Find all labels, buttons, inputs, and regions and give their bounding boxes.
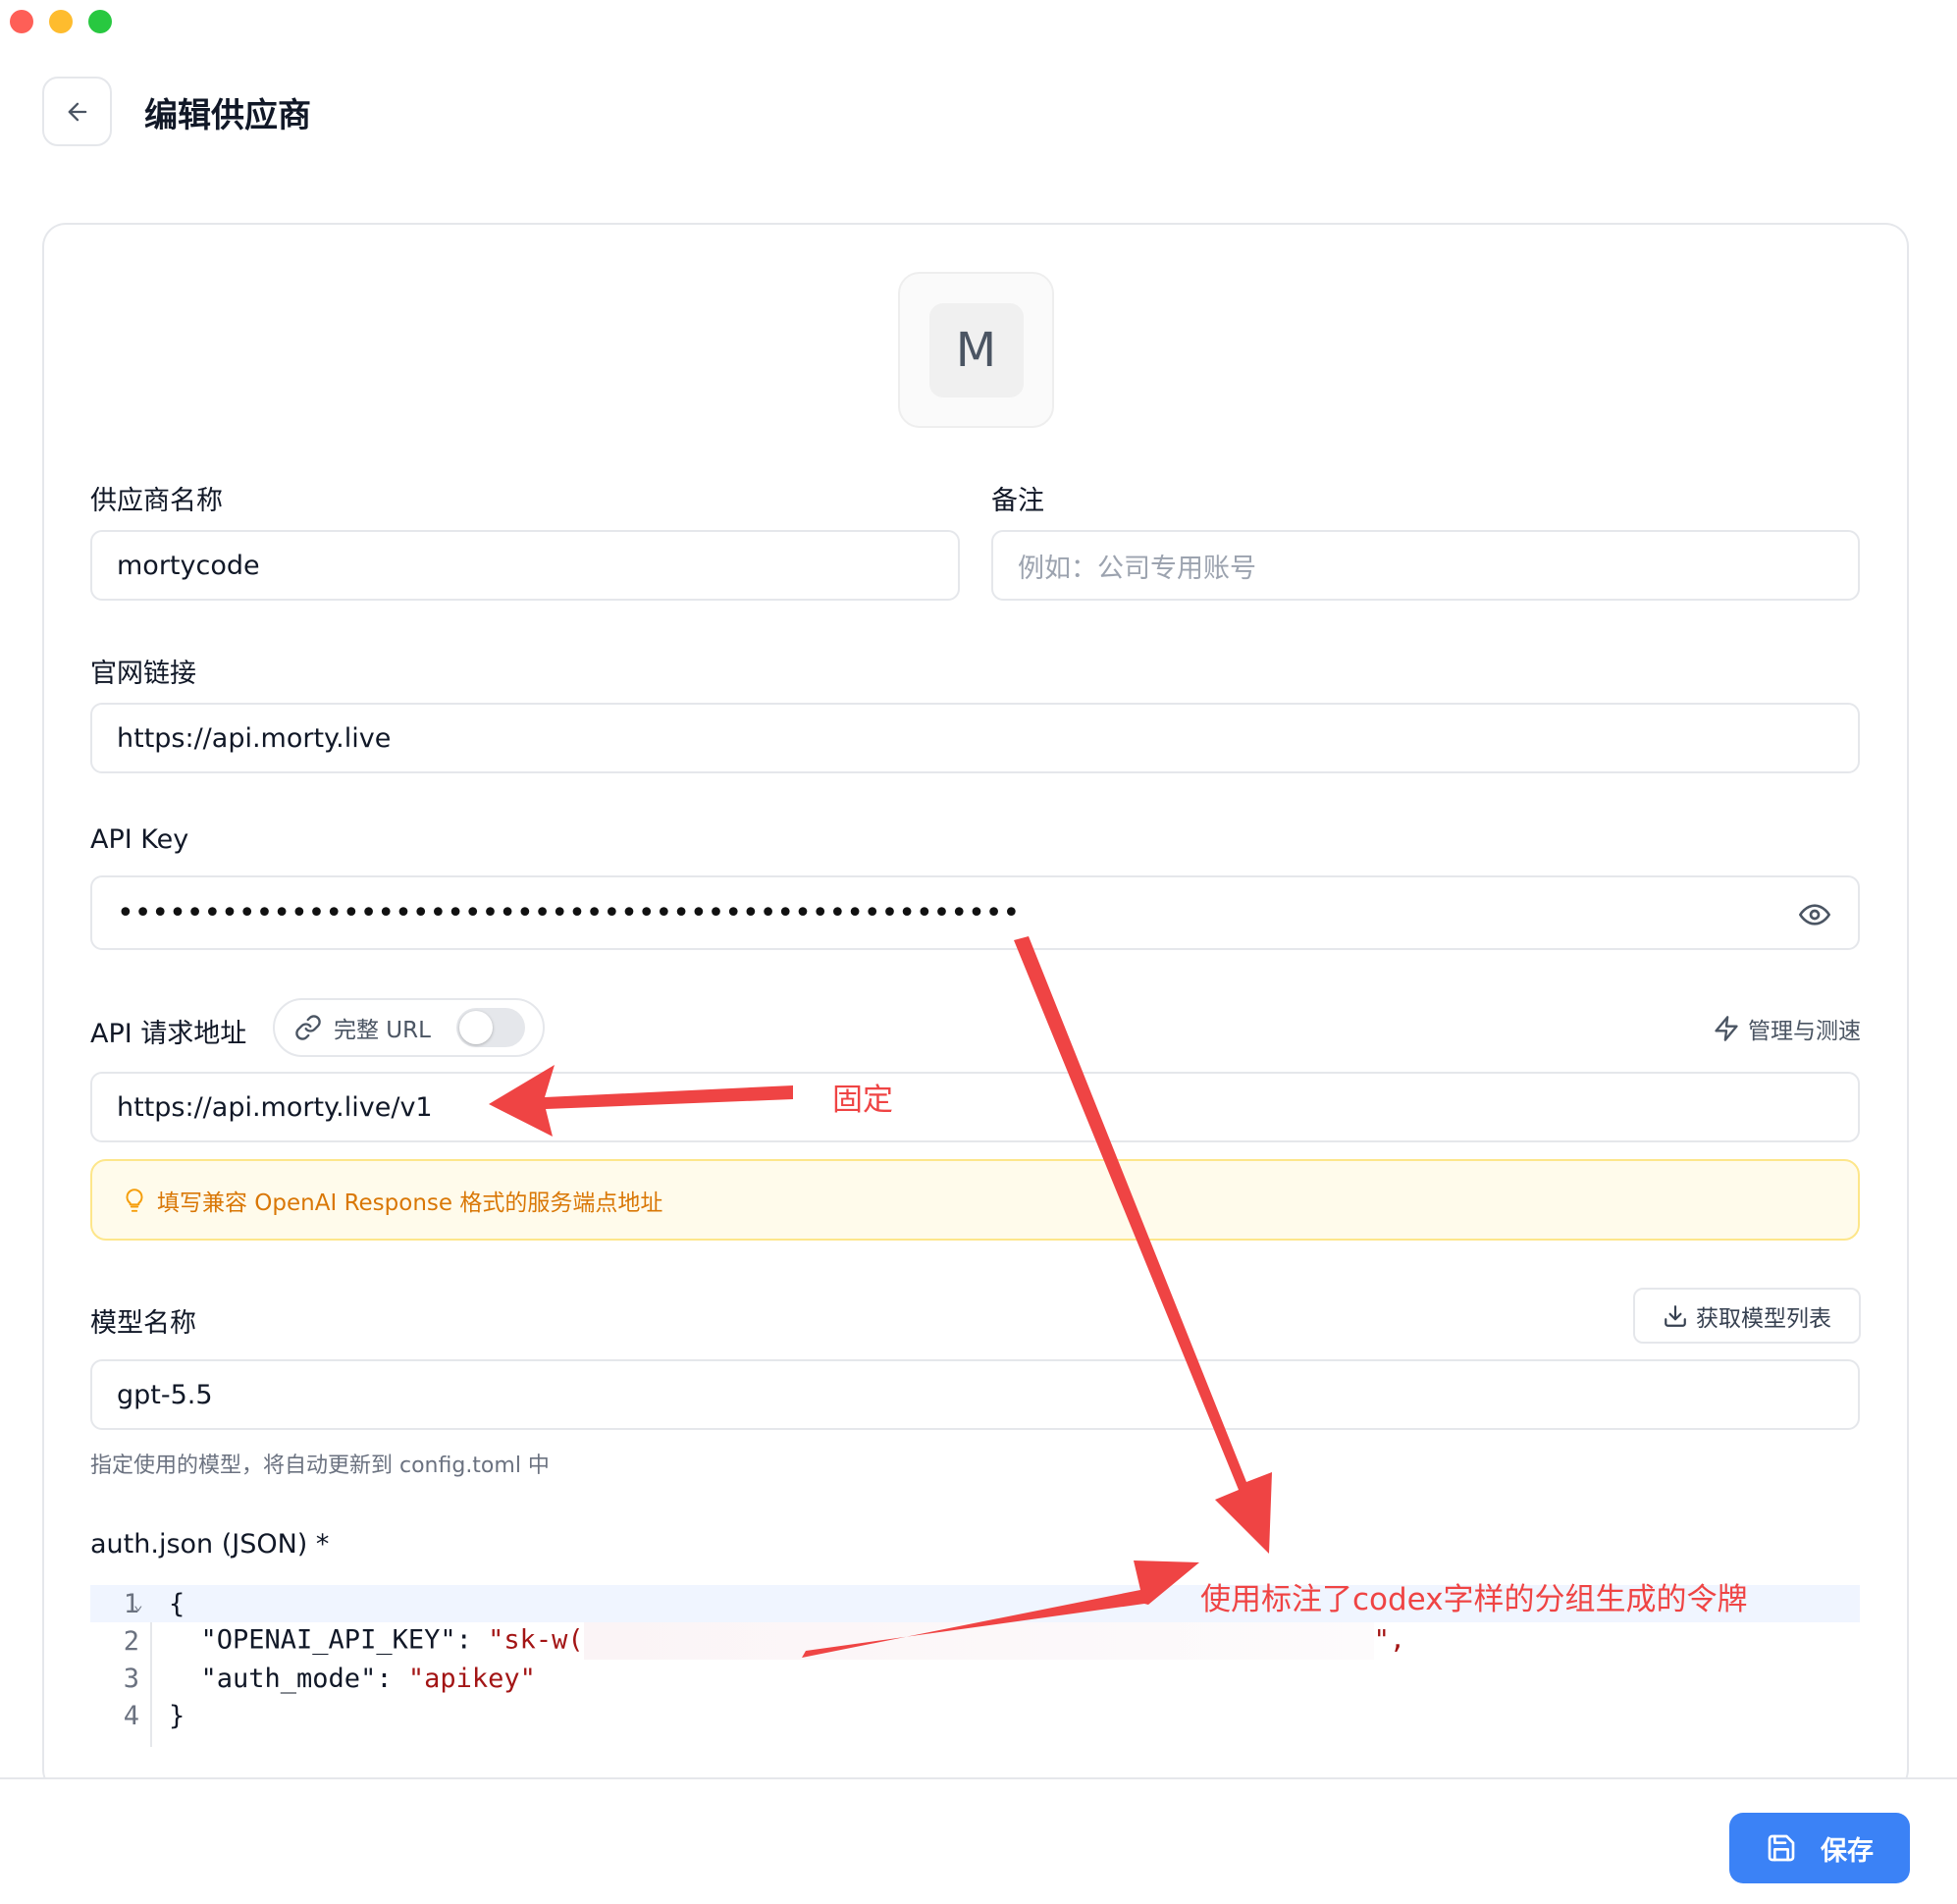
line-number: 4: [123, 1700, 139, 1731]
json-string-start: "sk-w(: [488, 1624, 584, 1656]
annotation-fixed: 固定: [832, 1083, 893, 1118]
api-url-hint: 填写兼容 OpenAI Response 格式的服务端点地址: [90, 1159, 1860, 1241]
provider-name-label: 供应商名称: [90, 486, 223, 516]
code-line[interactable]: 2 "OPENAI_API_KEY": "sk-w( ",: [90, 1622, 1860, 1660]
maximize-window-button[interactable]: [88, 10, 112, 33]
provider-avatar[interactable]: M: [898, 272, 1054, 428]
full-url-switch[interactable]: [456, 1008, 525, 1047]
redacted-area: [583, 1622, 1374, 1660]
download-icon: [1665, 1304, 1686, 1327]
code-text: {: [169, 1588, 185, 1619]
json-string-end: ",: [1373, 1624, 1406, 1656]
note-input[interactable]: 例如：公司专用账号: [991, 530, 1860, 601]
footer-bar: [0, 1777, 1957, 1904]
api-url-input[interactable]: https://api.morty.live/v1: [90, 1072, 1860, 1142]
fetch-model-list-label: 获取模型列表: [1696, 1305, 1831, 1332]
avatar-letter: M: [928, 302, 1024, 397]
json-key: "OPENAI_API_KEY":: [169, 1624, 489, 1656]
api-url-hint-text: 填写兼容 OpenAI Response 格式的服务端点地址: [157, 1190, 663, 1216]
website-input[interactable]: https://api.morty.live: [90, 703, 1860, 773]
lightbulb-icon: [126, 1188, 143, 1212]
model-label: 模型名称: [90, 1308, 196, 1339]
fold-chevron-icon[interactable]: ⌄: [133, 1595, 143, 1613]
api-key-masked-value: ••••••••••••••••••••••••••••••••••••••••…: [117, 895, 1021, 930]
website-label: 官网链接: [90, 659, 196, 689]
json-string: "apikey": [407, 1663, 536, 1694]
fetch-model-list-button[interactable]: 获取模型列表: [1633, 1288, 1861, 1344]
save-icon: [1768, 1834, 1795, 1862]
save-button[interactable]: 保存: [1729, 1813, 1910, 1883]
save-button-label: 保存: [1821, 1835, 1874, 1867]
annotation-token-note: 使用标注了codex字样的分组生成的令牌: [1200, 1582, 1748, 1617]
note-label: 备注: [991, 486, 1044, 516]
close-window-button[interactable]: [10, 10, 33, 33]
code-line[interactable]: 4 }: [90, 1697, 1860, 1734]
api-key-input[interactable]: ••••••••••••••••••••••••••••••••••••••••…: [90, 875, 1860, 950]
minimize-window-button[interactable]: [49, 10, 73, 33]
provider-name-input[interactable]: mortycode: [90, 530, 960, 601]
auth-json-label: auth.json (JSON) *: [90, 1529, 330, 1560]
line-number: 3: [123, 1663, 139, 1694]
full-url-toggle[interactable]: 完整 URL: [273, 998, 545, 1057]
page-title: 编辑供应商: [144, 96, 311, 135]
eye-icon[interactable]: [1799, 899, 1830, 937]
api-url-label: API 请求地址: [90, 1019, 247, 1049]
lightning-icon: [1715, 1016, 1738, 1041]
api-key-label: API Key: [90, 824, 189, 855]
model-input[interactable]: gpt-5.5: [90, 1359, 1860, 1430]
code-line[interactable]: 3 "auth_mode": "apikey": [90, 1660, 1860, 1697]
manage-speedtest-link[interactable]: 管理与测速: [1713, 1012, 1861, 1045]
switch-knob: [459, 1011, 493, 1044]
model-help-text: 指定使用的模型，将自动更新到 config.toml 中: [90, 1454, 550, 1478]
manage-speedtest-label: 管理与测速: [1748, 1019, 1861, 1044]
json-key: "auth_mode":: [169, 1663, 408, 1694]
full-url-toggle-label: 完整 URL: [334, 1018, 431, 1043]
code-text: }: [169, 1700, 185, 1731]
back-button[interactable]: [42, 77, 112, 146]
line-number: 2: [123, 1625, 139, 1657]
link-icon: [295, 1015, 321, 1040]
arrow-left-icon: [68, 102, 86, 121]
